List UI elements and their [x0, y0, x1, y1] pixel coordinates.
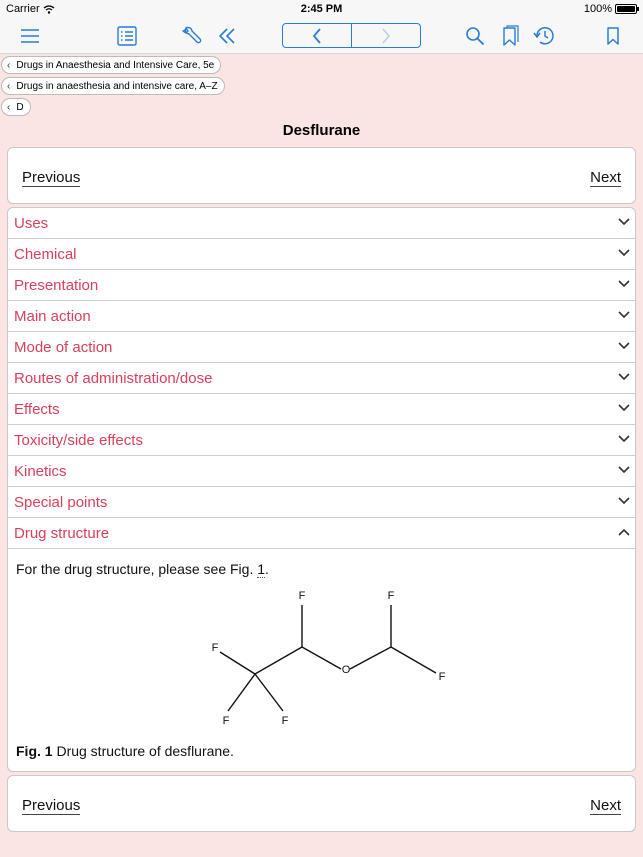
back-button[interactable] — [283, 24, 351, 47]
previous-link[interactable]: Previous — [22, 170, 81, 187]
page-title: Desflurane — [282, 122, 361, 139]
section-routes[interactable]: Routes of administration/dose — [8, 363, 635, 394]
atom-label: F — [439, 671, 446, 683]
history-button[interactable] — [530, 23, 558, 49]
breadcrumb-book[interactable]: ‹ Drugs in Anaesthesia and Intensive Car… — [1, 56, 222, 74]
section-accordion: Uses Chemical Presentation Main action M… — [7, 207, 636, 772]
page-navigation-control — [282, 23, 421, 48]
menu-icon — [21, 29, 39, 43]
section-special-points[interactable]: Special points — [8, 487, 635, 518]
clock: 2:45 PM — [300, 3, 343, 15]
next-link[interactable]: Next — [590, 170, 621, 187]
forward-button[interactable] — [351, 24, 420, 47]
chevron-down-icon — [618, 404, 630, 412]
top-pagination: Previous Next — [7, 147, 636, 204]
battery-label: 100% — [583, 3, 612, 15]
figure-caption: Fig. 1 Drug structure of desflurane. — [16, 743, 234, 759]
section-effects[interactable]: Effects — [8, 394, 635, 425]
bookmark-icon — [607, 27, 619, 45]
search-icon — [466, 27, 485, 46]
section-label: Toxicity/side effects — [14, 431, 143, 449]
breadcrumb-chapter[interactable]: ‹ Drugs in anaesthesia and intensive car… — [1, 77, 225, 95]
section-mode-of-action[interactable]: Mode of action — [8, 332, 635, 363]
atom-label: F — [282, 715, 289, 727]
chevron-down-icon — [618, 466, 630, 474]
atom-label: F — [388, 590, 395, 602]
breadcrumb-label: Drugs in Anaesthesia and Intensive Care,… — [16, 59, 215, 71]
toolbar — [0, 18, 643, 54]
battery-indicator: 100% — [583, 3, 639, 15]
tools-button[interactable] — [178, 23, 206, 49]
section-main-action[interactable]: Main action — [8, 301, 635, 332]
menu-button[interactable] — [16, 23, 44, 49]
chevron-up-icon — [618, 528, 630, 536]
section-chemical[interactable]: Chemical — [8, 239, 635, 270]
section-label: Kinetics — [14, 462, 67, 480]
figure-reference-link[interactable]: 1 — [257, 561, 266, 578]
breadcrumb-label: Drugs in anaesthesia and intensive care,… — [16, 80, 218, 92]
section-drug-structure[interactable]: Drug structure — [8, 518, 635, 549]
previous-link[interactable]: Previous — [22, 798, 81, 815]
drug-structure-content: For the drug structure, please see Fig. … — [8, 549, 635, 771]
back-icon — [312, 27, 321, 44]
chevron-down-icon — [618, 249, 630, 257]
breadcrumb-letter[interactable]: ‹ D — [1, 98, 31, 116]
atom-label: F — [212, 642, 219, 654]
contents-button[interactable] — [113, 23, 141, 49]
contents-list-icon — [117, 26, 137, 46]
bottom-pagination: Previous Next — [7, 775, 636, 832]
tools-icon — [182, 26, 202, 44]
status-bar: Carrier 2:45 PM 100% — [0, 0, 643, 18]
section-label: Special points — [14, 493, 108, 511]
section-uses[interactable]: Uses — [8, 208, 635, 239]
section-toxicity[interactable]: Toxicity/side effects — [8, 425, 635, 456]
chevron-down-icon — [618, 280, 630, 288]
section-label: Routes of administration/dose — [14, 369, 213, 387]
desflurane-structure-figure: F F F O F F F — [212, 590, 446, 727]
section-presentation[interactable]: Presentation — [8, 270, 635, 301]
chevron-down-icon — [618, 218, 630, 226]
section-label: Presentation — [14, 276, 99, 294]
battery-icon — [615, 4, 639, 14]
section-label: Drug structure — [14, 524, 110, 542]
chevron-down-icon — [618, 311, 630, 319]
chevron-left-icon: ‹ — [7, 80, 11, 92]
section-label: Mode of action — [14, 338, 113, 356]
double-chevron-left-icon — [218, 28, 235, 44]
bookmarks-list-button[interactable] — [496, 23, 524, 49]
bookmarks-icon — [503, 25, 519, 46]
section-kinetics[interactable]: Kinetics — [8, 456, 635, 487]
chevron-down-icon — [618, 342, 630, 350]
atom-label: F — [223, 715, 230, 727]
section-label: Uses — [14, 214, 49, 232]
chevron-left-icon: ‹ — [7, 101, 11, 113]
bookmark-button[interactable] — [599, 23, 627, 49]
chevron-down-icon — [618, 373, 630, 381]
section-label: Main action — [14, 307, 91, 325]
history-icon — [533, 27, 554, 45]
drug-structure-intro: For the drug structure, please see Fig. … — [16, 561, 269, 578]
chevron-left-icon: ‹ — [7, 59, 11, 71]
section-label: Effects — [14, 400, 60, 418]
atom-label: O — [342, 664, 351, 676]
atom-label: F — [299, 590, 306, 602]
breadcrumb-label: D — [16, 101, 24, 113]
collapse-button[interactable] — [213, 23, 241, 49]
search-button[interactable] — [461, 23, 489, 49]
next-link[interactable]: Next — [590, 798, 621, 815]
forward-icon — [382, 28, 390, 43]
chevron-down-icon — [618, 497, 630, 505]
chevron-down-icon — [618, 435, 630, 443]
section-label: Chemical — [14, 245, 77, 263]
